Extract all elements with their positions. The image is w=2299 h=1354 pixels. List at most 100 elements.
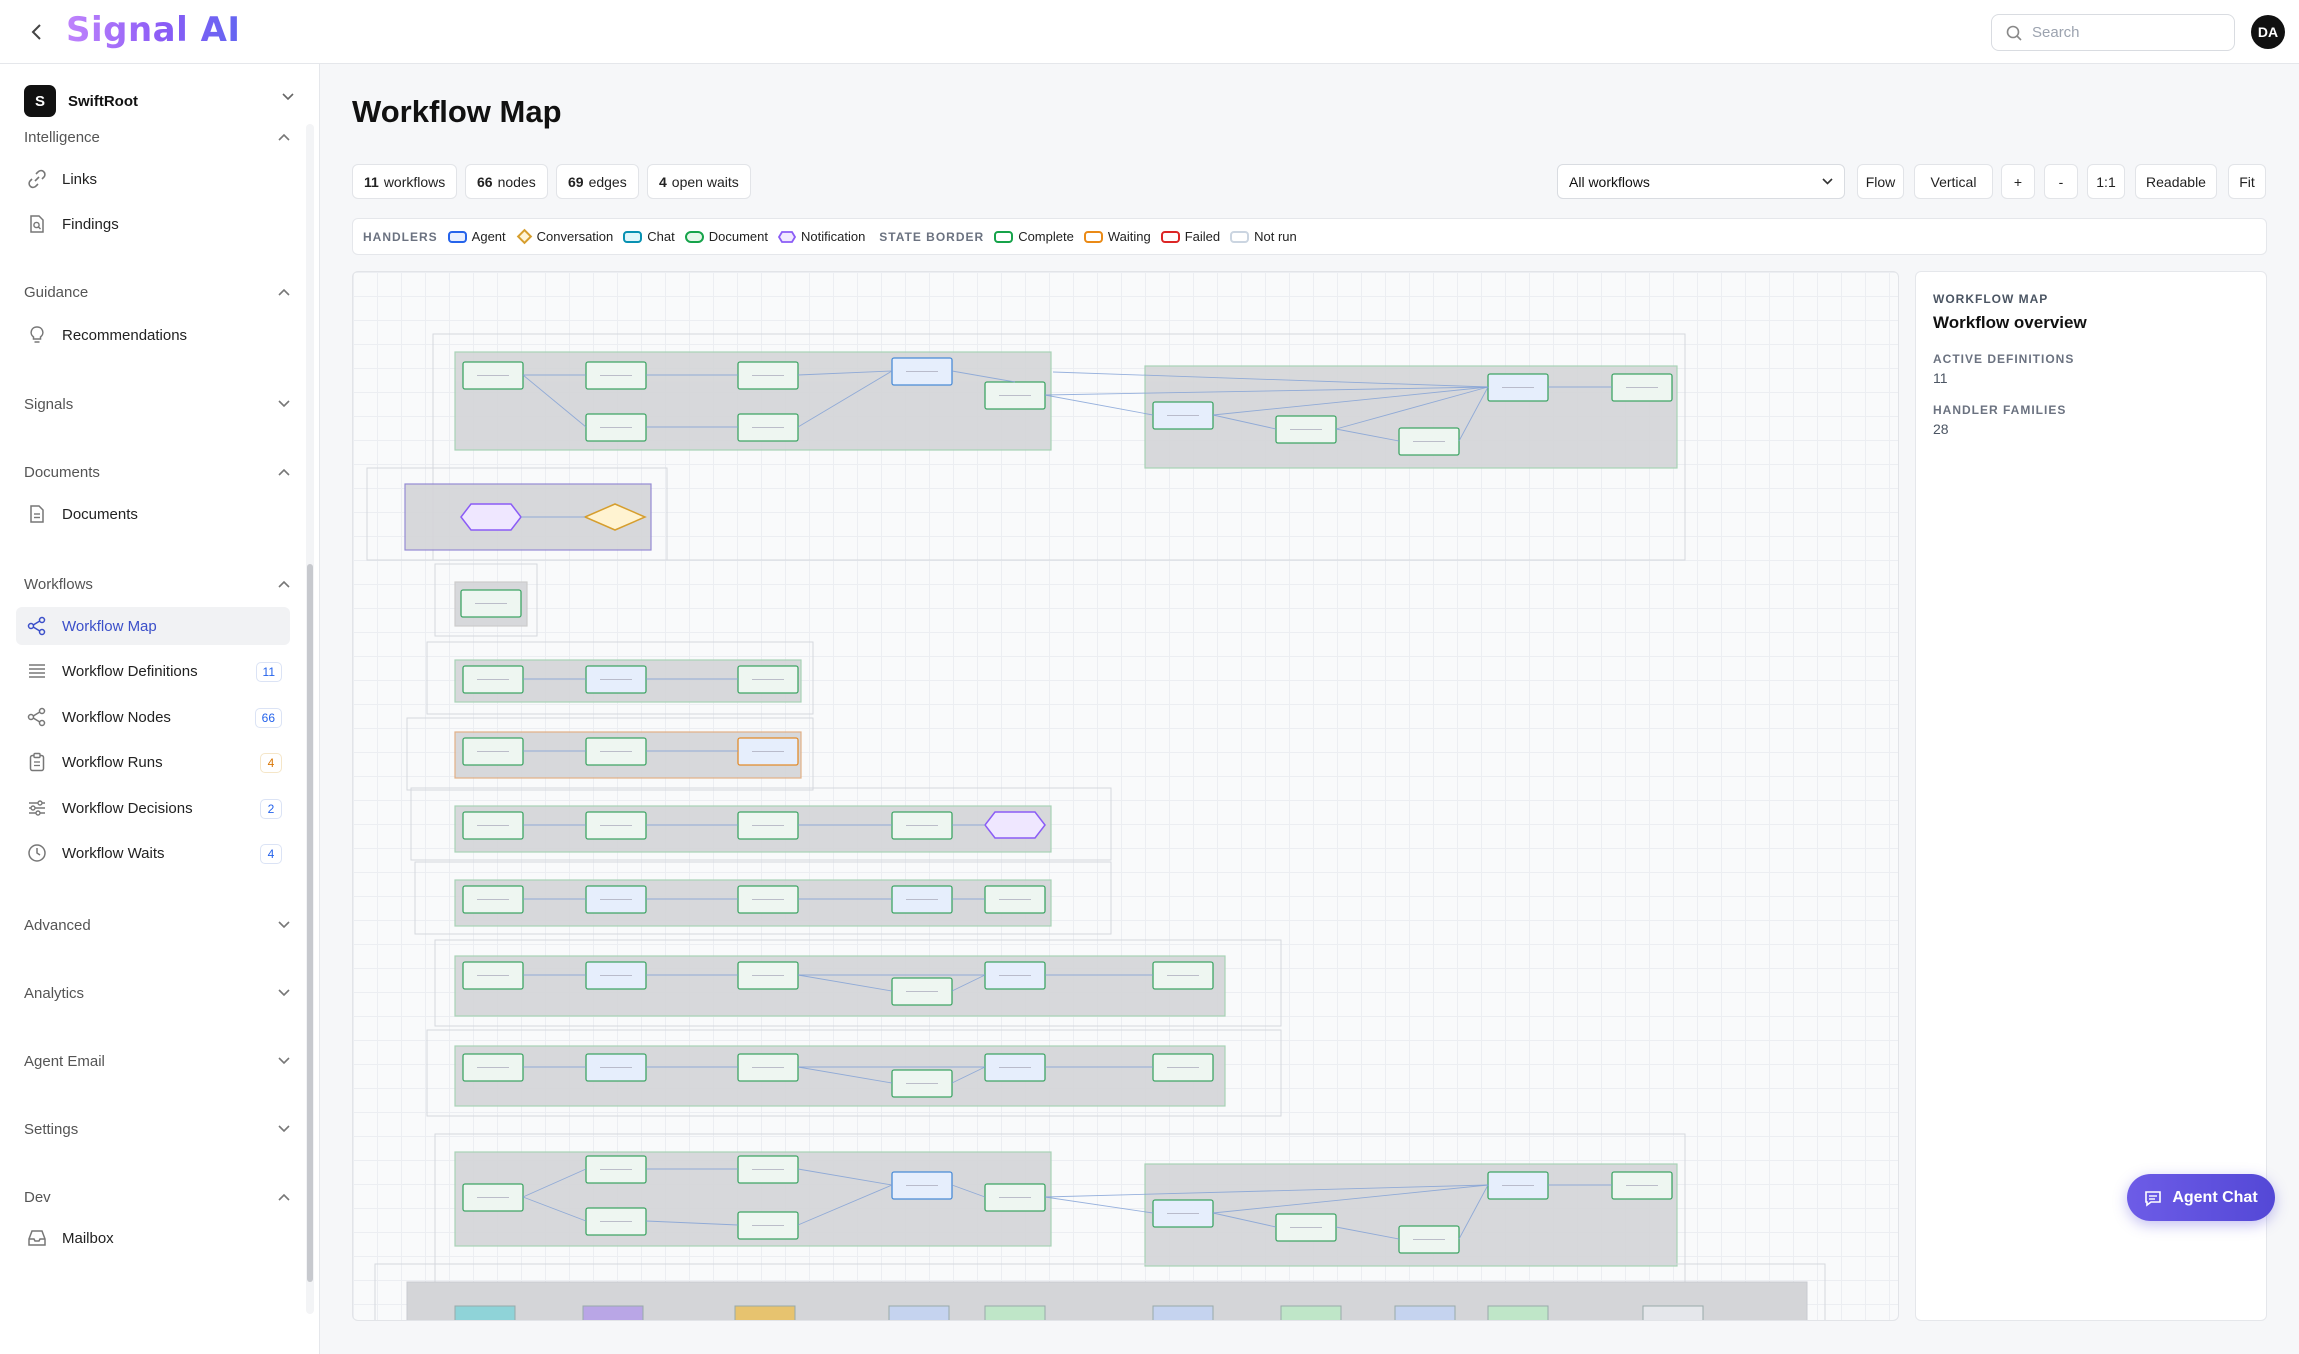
legend-not-run: Not run: [1230, 229, 1297, 244]
node-partial[interactable]: [582, 1305, 644, 1321]
handler-families-label: HANDLER FAMILIES: [1933, 403, 2067, 417]
search-input[interactable]: [2032, 24, 2212, 41]
chat-icon: [2145, 1190, 2162, 1207]
node-partial[interactable]: [1487, 1305, 1549, 1321]
agent-chat-button[interactable]: Agent Chat: [2127, 1174, 2275, 1221]
edge: [1044, 394, 1154, 416]
section-analytics[interactable]: Analytics: [24, 981, 294, 1005]
workflow-filter-select[interactable]: All workflows: [1557, 164, 1845, 199]
count-badge: 2: [260, 799, 282, 819]
chevron-down-icon: [278, 400, 290, 408]
sidebar-item-label: Findings: [62, 215, 119, 233]
zoom-out-button[interactable]: -: [2044, 164, 2078, 199]
section-guidance[interactable]: Guidance: [24, 280, 294, 304]
node-partial[interactable]: [1280, 1305, 1342, 1321]
node-partial[interactable]: [1642, 1305, 1704, 1321]
section-settings[interactable]: Settings: [24, 1117, 294, 1141]
count-badge: 11: [255, 662, 282, 682]
legend-label: Conversation: [536, 229, 614, 244]
stat-workflows: 11 workflows: [352, 164, 458, 199]
node-partial[interactable]: [454, 1305, 516, 1321]
sidebar-item-label: Workflow Definitions: [62, 662, 198, 680]
handler-families-value: 28: [1933, 421, 1949, 437]
sidebar-item-workflow-decisions[interactable]: Workflow Decisions 2: [16, 789, 290, 827]
sidebar: S SwiftRoot Intelligence Links Findings …: [0, 64, 320, 1354]
stat-edges: 69 edges: [556, 164, 639, 199]
section-label: Analytics: [24, 984, 85, 1002]
legend-label: Not run: [1254, 229, 1297, 244]
sidebar-item-documents[interactable]: Documents: [16, 495, 290, 533]
reset-zoom-button[interactable]: 1:1: [2087, 164, 2125, 199]
node-partial[interactable]: [888, 1305, 950, 1321]
stat-value: 11: [364, 173, 379, 190]
agent-chat-label: Agent Chat: [2172, 1188, 2258, 1206]
section-label: Workflows: [24, 575, 93, 593]
sidebar-item-label: Workflow Decisions: [62, 799, 193, 817]
chevron-up-icon: [278, 288, 290, 296]
readable-button[interactable]: Readable: [2135, 164, 2217, 199]
node-notification[interactable]: [984, 811, 1046, 839]
select-value: All workflows: [1569, 173, 1650, 190]
legend: HANDLERS Agent Conversation Chat Documen…: [352, 218, 2267, 255]
vertical-button[interactable]: Vertical: [1914, 164, 1993, 199]
sliders-icon: [26, 797, 48, 819]
section-workflows[interactable]: Workflows: [24, 572, 294, 596]
complete-swatch: [994, 230, 1014, 243]
chevron-down-icon: [282, 93, 294, 101]
section-intelligence[interactable]: Intelligence: [24, 125, 294, 149]
user-avatar[interactable]: DA: [2251, 15, 2285, 49]
panel-kicker: WORKFLOW MAP: [1933, 292, 2049, 306]
section-label: Agent Email: [24, 1052, 105, 1070]
section-label: Dev: [24, 1188, 51, 1206]
section-documents[interactable]: Documents: [24, 460, 294, 484]
section-label: Settings: [24, 1120, 79, 1138]
sidebar-item-workflow-map[interactable]: Workflow Map: [16, 607, 290, 645]
share-nodes-icon: [26, 615, 48, 637]
node-partial[interactable]: [1394, 1305, 1456, 1321]
node-partial[interactable]: [734, 1305, 796, 1321]
sidebar-item-findings[interactable]: Findings: [16, 205, 290, 243]
app-logo[interactable]: Signal AI: [66, 10, 241, 50]
sidebar-item-workflow-definitions[interactable]: Workflow Definitions 11: [16, 652, 290, 690]
stat-value: 66: [477, 173, 493, 190]
section-advanced[interactable]: Advanced: [24, 913, 294, 937]
sidebar-item-label: Mailbox: [62, 1229, 114, 1247]
list-icon: [26, 660, 48, 682]
clipboard-icon: [26, 751, 48, 773]
zoom-in-button[interactable]: +: [2001, 164, 2035, 199]
chevron-up-icon: [278, 133, 290, 141]
back-button[interactable]: [22, 18, 50, 46]
workflow-canvas[interactable]: [352, 271, 1899, 1321]
legend-label: Document: [708, 229, 768, 244]
org-switcher[interactable]: S SwiftRoot: [24, 84, 294, 118]
sidebar-item-label: Workflow Nodes: [62, 708, 171, 726]
section-signals[interactable]: Signals: [24, 392, 294, 416]
legend-document: Document: [684, 229, 768, 244]
hexagon-swatch: [777, 230, 796, 243]
section-agent-email[interactable]: Agent Email: [24, 1049, 294, 1073]
section-label: Signals: [24, 395, 74, 413]
sidebar-item-mailbox[interactable]: Mailbox: [16, 1219, 290, 1257]
sidebar-item-links[interactable]: Links: [16, 160, 290, 198]
sidebar-item-recommendations[interactable]: Recommendations: [16, 316, 290, 354]
sidebar-scrollbar-thumb[interactable]: [307, 564, 313, 1282]
fit-button[interactable]: Fit: [2228, 164, 2266, 199]
count-badge: 4: [260, 753, 282, 773]
document-swatch: [684, 230, 704, 243]
flow-button[interactable]: Flow: [1857, 164, 1904, 199]
node-partial[interactable]: [984, 1305, 1046, 1321]
sidebar-item-workflow-nodes[interactable]: Workflow Nodes 66: [16, 698, 290, 736]
legend-complete: Complete: [994, 229, 1074, 244]
section-label: Advanced: [24, 916, 91, 934]
section-label: Documents: [24, 463, 100, 481]
node-partial[interactable]: [1152, 1305, 1214, 1321]
node-notification[interactable]: [460, 503, 522, 531]
sidebar-item-workflow-runs[interactable]: Workflow Runs 4: [16, 743, 290, 781]
sidebar-item-label: Links: [62, 170, 98, 188]
stat-value: 69: [568, 173, 584, 190]
search-box[interactable]: [1991, 14, 2235, 51]
section-dev[interactable]: Dev: [24, 1185, 294, 1209]
legend-waiting: Waiting: [1083, 229, 1151, 244]
sidebar-item-workflow-waits[interactable]: Workflow Waits 4: [16, 834, 290, 872]
workflow-graph[interactable]: [353, 272, 1899, 1321]
